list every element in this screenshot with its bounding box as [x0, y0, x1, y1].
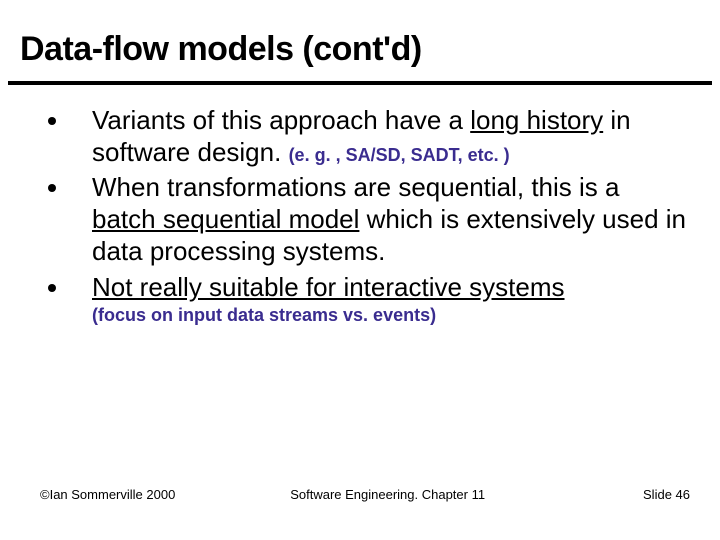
- bullet-text-underlined: batch sequential model: [92, 204, 359, 234]
- title-wrap: Data-flow models (cont'd): [0, 0, 720, 75]
- bullet-list: Variants of this approach have a long hi…: [30, 105, 690, 327]
- slide: Data-flow models (cont'd) Variants of th…: [0, 0, 720, 540]
- bullet-text-underlined: Not really suitable for interactive syst…: [92, 272, 565, 302]
- footer-left: ©Ian Sommerville 2000: [40, 487, 175, 502]
- slide-footer: ©Ian Sommerville 2000 Software Engineeri…: [0, 487, 720, 502]
- bullet-paren: (e. g. , SA/SD, SADT, etc. ): [289, 145, 510, 165]
- bullet-text-pre: Variants of this approach have a: [92, 105, 470, 135]
- list-item: Not really suitable for interactive syst…: [30, 272, 690, 328]
- slide-title: Data-flow models (cont'd): [20, 30, 700, 69]
- content-area: Variants of this approach have a long hi…: [0, 85, 720, 327]
- list-item: When transformations are sequential, thi…: [30, 172, 690, 267]
- bullet-text-pre: When transformations are sequential, thi…: [92, 172, 619, 202]
- bullet-paren: (focus on input data streams vs. events): [92, 305, 690, 327]
- footer-center: Software Engineering. Chapter 11: [175, 487, 600, 502]
- footer-right: Slide 46: [600, 487, 690, 502]
- list-item: Variants of this approach have a long hi…: [30, 105, 690, 168]
- bullet-text-underlined: long history: [470, 105, 603, 135]
